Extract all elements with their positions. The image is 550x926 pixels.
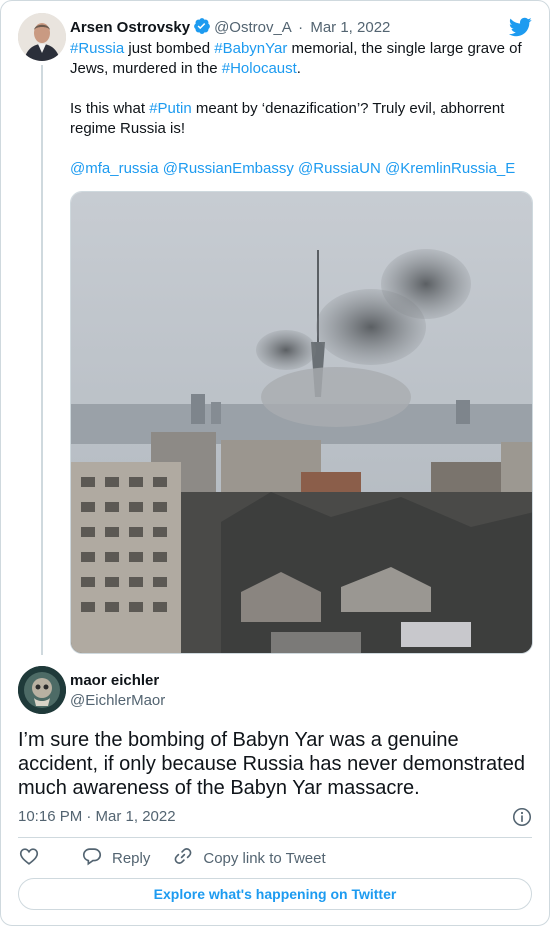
tweet-header: Arsen Ostrovsky @Ostrov_A · Mar 1, 2022 [70, 17, 390, 41]
reply-button[interactable]: Reply [81, 845, 150, 871]
tweet-text-segment: Is this what [70, 100, 150, 117]
mention-link[interactable]: @RussianEmbassy [163, 160, 294, 177]
tweet-photo[interactable] [70, 191, 533, 654]
author-handle[interactable]: @EichlerMaor [70, 691, 165, 711]
mention-link[interactable]: @mfa_russia [70, 160, 159, 177]
tweet-text: I’m sure the bombing of Babyn Yar was a … [18, 729, 525, 799]
copy-link-button[interactable]: Copy link to Tweet [172, 845, 326, 871]
tweet-embed-card: Arsen Ostrovsky @Ostrov_A · Mar 1, 2022 #… [0, 0, 550, 926]
hashtag-link[interactable]: #Holocaust [222, 60, 297, 77]
explore-twitter-button[interactable]: Explore what's happening on Twitter [18, 878, 532, 910]
author-name[interactable]: maor eichler [70, 671, 159, 691]
mention-link[interactable]: @RussiaUN [298, 160, 381, 177]
author-name[interactable]: Arsen Ostrovsky [70, 19, 190, 36]
divider [18, 837, 532, 838]
heart-icon [18, 845, 49, 871]
reply-icon [81, 845, 112, 871]
author-handle[interactable]: @Ostrov_A [214, 19, 291, 36]
meta-separator: · [298, 19, 304, 36]
tweet-text-segment: just bombed [124, 40, 215, 57]
hashtag-link[interactable]: #BabynYar [214, 40, 287, 57]
avatar[interactable] [18, 666, 66, 714]
thread-connector-line [41, 65, 43, 655]
hashtag-link[interactable]: #Russia [70, 40, 124, 57]
tweet-actions: Reply Copy link to Tweet [18, 847, 348, 869]
mention-link[interactable]: @KremlinRussia_E [385, 160, 515, 177]
avatar[interactable] [18, 13, 66, 61]
tweet-text: #Russia just bombed #BabynYar memorial, … [70, 39, 530, 179]
link-icon [172, 845, 203, 871]
like-button[interactable] [18, 845, 49, 871]
tweet-date[interactable]: Mar 1, 2022 [310, 19, 390, 36]
tweet-text-segment: . [296, 60, 301, 77]
tweet-timestamp[interactable]: 10:16 PM · Mar 1, 2022 [18, 807, 176, 827]
verified-badge-icon [193, 17, 211, 41]
reply-label: Reply [112, 849, 151, 867]
copy-link-label: Copy link to Tweet [203, 849, 326, 867]
info-icon[interactable] [511, 806, 533, 833]
hashtag-link[interactable]: #Putin [149, 100, 192, 117]
